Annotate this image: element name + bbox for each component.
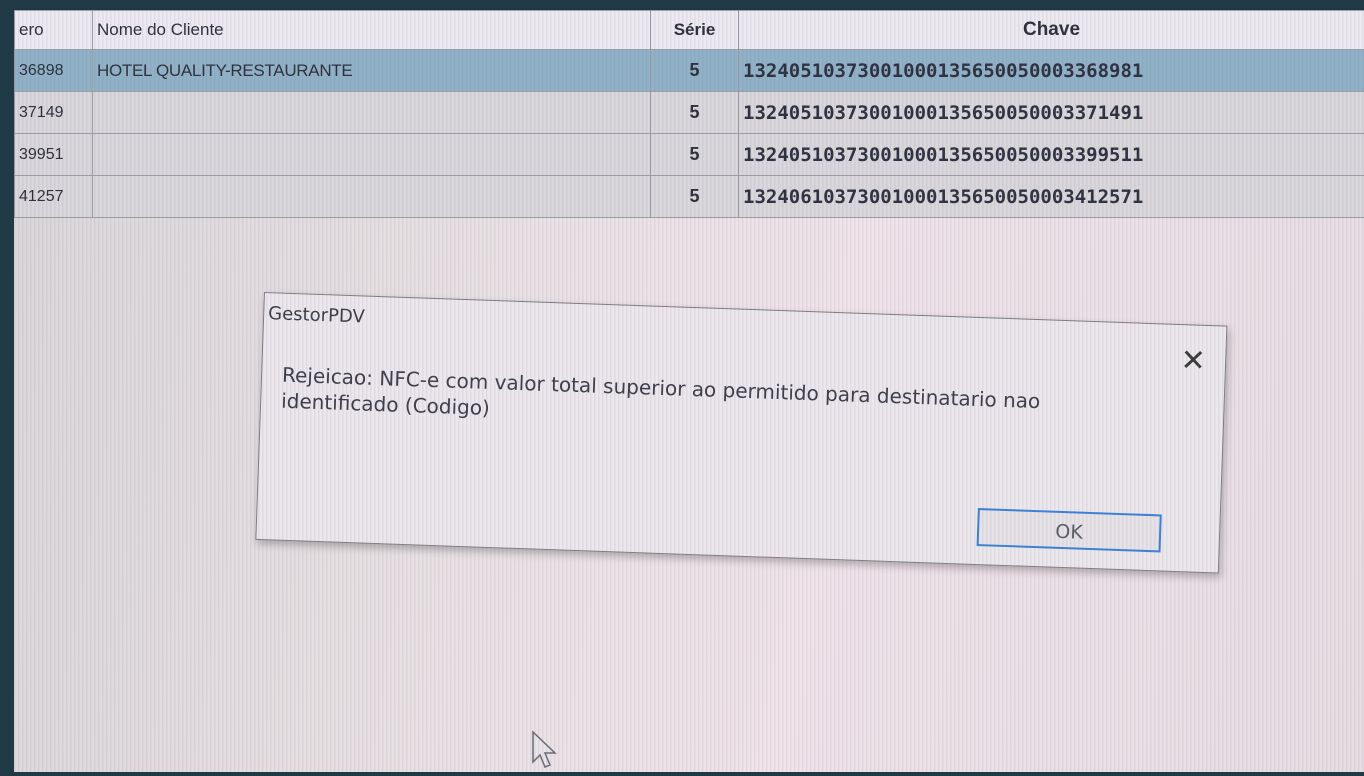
cell-numero: 37149 (14, 91, 93, 134)
column-header-nome-do-cliente[interactable]: Nome do Cliente (92, 10, 651, 50)
column-header-numero[interactable]: ero (14, 10, 93, 50)
table-row[interactable]: 41257 5 13240610373001000135650050003412… (14, 175, 1364, 218)
cell-chave: 13240610373001000135650050003412571 (738, 175, 1364, 218)
mouse-pointer-icon (532, 730, 557, 768)
cell-numero: 36898 (14, 49, 93, 92)
cell-chave: 13240510373001000135650050003399511 (738, 133, 1364, 176)
application-window: ero Nome do Cliente Série Chave 36898 HO… (14, 10, 1364, 772)
dialog-message: Rejeicao: NFC-e com valor total superior… (280, 362, 1041, 420)
table-row[interactable]: 39951 5 13240510373001000135650050003399… (14, 133, 1364, 176)
ok-button[interactable]: OK (976, 508, 1162, 553)
nfce-grid: ero Nome do Cliente Série Chave 36898 HO… (14, 10, 1364, 218)
grid-header-row: ero Nome do Cliente Série Chave (14, 10, 1364, 50)
cell-serie: 5 (650, 175, 739, 218)
close-icon[interactable]: ✕ (1175, 343, 1212, 380)
cell-numero: 39951 (14, 133, 93, 176)
cell-serie: 5 (650, 133, 739, 176)
cell-chave: 13240510373001000135650050003368981 (738, 49, 1364, 92)
cell-serie: 5 (650, 49, 739, 92)
cell-cliente (92, 91, 651, 134)
cell-cliente (92, 133, 651, 176)
cell-chave: 13240510373001000135650050003371491 (738, 91, 1364, 134)
cell-serie: 5 (650, 91, 739, 134)
table-row[interactable]: 37149 5 13240510373001000135650050003371… (14, 91, 1364, 134)
cell-cliente (92, 175, 651, 218)
column-header-serie[interactable]: Série (650, 10, 739, 50)
cell-cliente: HOTEL QUALITY-RESTAURANTE (92, 49, 651, 92)
error-dialog: GestorPDV ✕ Rejeicao: NFC-e com valor to… (255, 292, 1228, 574)
dialog-title: GestorPDV (267, 303, 366, 328)
table-row-selected[interactable]: 36898 HOTEL QUALITY-RESTAURANTE 5 132405… (14, 49, 1364, 92)
column-header-chave[interactable]: Chave (738, 10, 1364, 50)
cell-numero: 41257 (14, 175, 93, 218)
